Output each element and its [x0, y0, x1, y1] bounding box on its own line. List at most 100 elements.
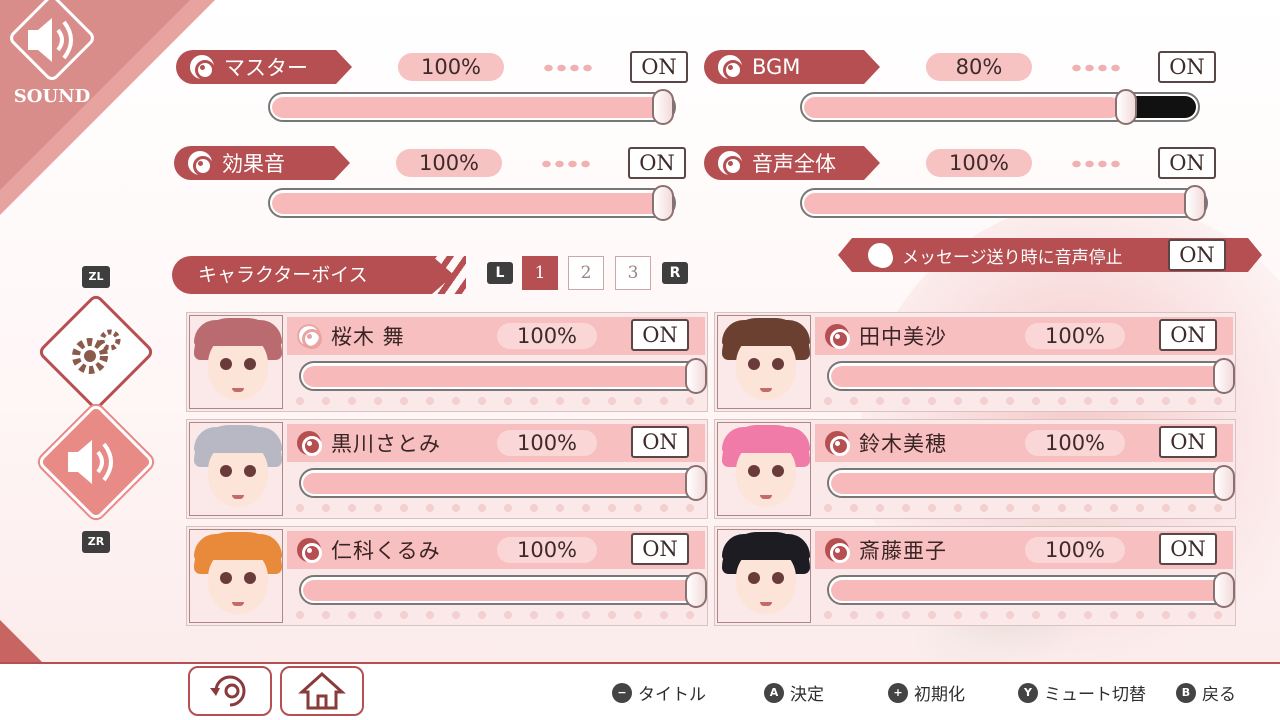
sound-settings-screen: SOUND マスター 100% ON BGM 80% ON 効果音 100% O…: [0, 0, 1280, 720]
character-voice-row: 仁科くるみ 100% ON: [186, 526, 708, 626]
slider-fill: [303, 579, 703, 601]
prev-page-key[interactable]: L: [487, 262, 513, 284]
volume-label-tag: BGM: [704, 50, 880, 84]
character-portrait: [717, 422, 811, 516]
character-voice-toggle[interactable]: ON: [1159, 319, 1217, 351]
character-portrait: [717, 315, 811, 409]
slider-knob[interactable]: [685, 358, 707, 394]
page-button-3[interactable]: 3: [615, 256, 651, 290]
character-name-area: 仁科くるみ: [297, 533, 441, 567]
rose-icon: [825, 431, 850, 456]
character-volume-slider[interactable]: [827, 361, 1233, 391]
sound-badge: SOUND: [6, 0, 98, 116]
pattern-decoration: [815, 607, 1233, 623]
volume-percent: 100%: [398, 53, 504, 81]
volume-label-tag: マスター: [176, 50, 352, 84]
slider-knob[interactable]: [1213, 572, 1235, 608]
rose-icon: [825, 538, 850, 563]
slider-knob[interactable]: [652, 185, 674, 221]
volume-toggle[interactable]: ON: [1158, 147, 1216, 179]
rose-icon: [868, 243, 893, 268]
slider-fill: [831, 365, 1231, 387]
character-voice-toggle[interactable]: ON: [1159, 426, 1217, 458]
controller-key-icon: B: [1176, 682, 1196, 703]
slider-knob[interactable]: [685, 465, 707, 501]
slider-knob[interactable]: [1115, 89, 1137, 125]
speaker-icon: [28, 18, 73, 62]
volume-label: 音声全体: [752, 152, 836, 176]
button-hint: Y ミュート切替: [1018, 680, 1146, 705]
zl-key[interactable]: ZL: [82, 266, 110, 288]
volume-slider[interactable]: [800, 92, 1200, 122]
character-volume-slider[interactable]: [299, 575, 705, 605]
volume-toggle[interactable]: ON: [628, 147, 686, 179]
rose-icon: [297, 538, 322, 563]
slider-knob[interactable]: [652, 89, 674, 125]
message-stop-toggle[interactable]: ON: [1168, 239, 1226, 271]
character-voice-toggle[interactable]: ON: [1159, 533, 1217, 565]
character-volume-slider[interactable]: [299, 468, 705, 498]
slider-fill: [831, 579, 1231, 601]
master-volume-row: 効果音 100% ON: [174, 146, 694, 180]
hint-label: 初期化: [914, 685, 965, 705]
volume-slider[interactable]: [268, 188, 676, 218]
slider-knob[interactable]: [1213, 465, 1235, 501]
volume-percent: 100%: [396, 149, 502, 177]
home-icon: [298, 671, 346, 710]
rose-icon: [718, 151, 743, 176]
home-button[interactable]: [280, 666, 364, 716]
character-portrait: [717, 529, 811, 623]
master-volume-row: 音声全体 100% ON: [704, 146, 1224, 180]
hint-label: 決定: [790, 685, 824, 705]
character-name-area: 桜木 舞: [297, 319, 405, 353]
dots-decoration: [540, 159, 592, 169]
character-voice-toggle[interactable]: ON: [631, 319, 689, 351]
character-volume-slider[interactable]: [827, 468, 1233, 498]
page-button-2[interactable]: 2: [568, 256, 604, 290]
volume-slider[interactable]: [268, 92, 676, 122]
volume-percent: 100%: [926, 149, 1032, 177]
character-portrait: [189, 422, 283, 516]
rose-icon: [297, 431, 322, 456]
character-voice-row: 桜木 舞 100% ON: [186, 312, 708, 412]
character-volume-slider[interactable]: [827, 575, 1233, 605]
character-volume-percent: 100%: [497, 323, 597, 349]
volume-slider[interactable]: [800, 188, 1208, 218]
slider-fill: [303, 472, 703, 494]
character-portrait: [189, 315, 283, 409]
slider-knob[interactable]: [1213, 358, 1235, 394]
pattern-decoration: [287, 393, 705, 409]
reset-icon: [210, 675, 246, 707]
slider-fill: [272, 96, 674, 118]
hint-label: ミュート切替: [1044, 685, 1146, 705]
hint-label: 戻る: [1202, 685, 1236, 705]
gear-icon: [72, 329, 121, 374]
slider-fill: [804, 192, 1206, 214]
character-name: 黒川さとみ: [331, 432, 441, 456]
character-voice-toggle[interactable]: ON: [631, 533, 689, 565]
character-name: 斎藤亜子: [859, 539, 947, 563]
page-title: SOUND: [13, 86, 91, 107]
character-name-area: 鈴木美穂: [825, 426, 947, 460]
reset-button[interactable]: [188, 666, 272, 716]
slider-knob[interactable]: [1184, 185, 1206, 221]
character-volume-slider[interactable]: [299, 361, 705, 391]
message-stop-setting[interactable]: メッセージ送り時に音声停止 ON: [838, 238, 1262, 272]
slider-fill: [272, 192, 674, 214]
character-volume-percent: 100%: [1025, 323, 1125, 349]
dots-decoration: [1070, 159, 1122, 169]
next-page-key[interactable]: R: [662, 262, 688, 284]
volume-toggle[interactable]: ON: [1158, 51, 1216, 83]
character-portrait: [189, 529, 283, 623]
character-volume-percent: 100%: [1025, 430, 1125, 456]
stripe-decoration: [420, 256, 466, 294]
button-hint: B 戻る: [1176, 680, 1236, 705]
button-hint: + 初期化: [888, 680, 965, 705]
dots-decoration: [542, 63, 594, 73]
character-voice-toggle[interactable]: ON: [631, 426, 689, 458]
volume-toggle[interactable]: ON: [630, 51, 688, 83]
slider-knob[interactable]: [685, 572, 707, 608]
speaker-icon: [68, 440, 113, 484]
zr-key[interactable]: ZR: [82, 531, 110, 553]
page-button-1[interactable]: 1: [522, 256, 558, 290]
